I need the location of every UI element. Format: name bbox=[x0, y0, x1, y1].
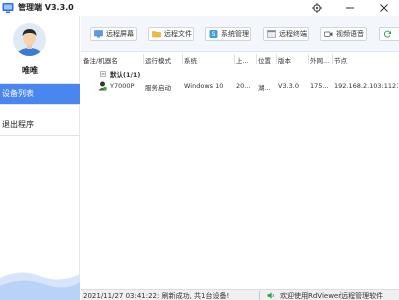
folder-icon bbox=[152, 31, 161, 38]
device-node: 192.168.2.103:11211 bbox=[334, 82, 398, 90]
device-name: Y7000P bbox=[110, 82, 135, 90]
column-separator[interactable] bbox=[143, 54, 144, 64]
gear-icon[interactable] bbox=[311, 2, 323, 14]
column-separator[interactable] bbox=[276, 54, 277, 64]
remote-screen-button[interactable]: 远程屏幕 bbox=[90, 27, 137, 41]
status-message: 2021/11/27 03:41:22: 刷新成功, 共1台设备! bbox=[83, 292, 230, 300]
device-version: V3.3.0 bbox=[278, 82, 299, 90]
group-label[interactable]: 默认(1/1) bbox=[110, 69, 140, 79]
sidebar-divider bbox=[0, 104, 80, 105]
device-os: Windows 10 bbox=[184, 82, 224, 90]
video-icon bbox=[324, 31, 333, 37]
sidebar: 唯唯 设备列表 退出程序 bbox=[0, 16, 80, 300]
sidebar-item-device-list[interactable]: 设备列表 bbox=[0, 84, 80, 104]
remote-file-label: 远程文件 bbox=[164, 30, 192, 38]
table-row[interactable]: Y7000P 服务启动 Windows 10 20... 湖... V3.3.0… bbox=[81, 80, 399, 92]
column-header-name[interactable]: 备注/机器名 bbox=[83, 55, 133, 65]
remote-screen-label: 远程屏幕 bbox=[106, 30, 134, 38]
remote-file-button[interactable]: 远程文件 bbox=[148, 27, 194, 41]
column-separator[interactable] bbox=[308, 54, 309, 64]
refresh-icon bbox=[383, 30, 392, 38]
column-header-location[interactable]: 位置 bbox=[258, 55, 276, 65]
video-voice-label: 视频语音 bbox=[336, 30, 364, 38]
column-header-up[interactable]: 上... bbox=[236, 55, 256, 65]
column-separator[interactable] bbox=[332, 54, 333, 64]
device-mode: 服务启动 bbox=[145, 84, 171, 92]
app-logo-icon bbox=[2, 3, 14, 13]
device-online-icon bbox=[98, 81, 107, 91]
system-manage-button[interactable]: S 系统管理 bbox=[205, 27, 251, 41]
username: 唯唯 bbox=[22, 66, 38, 75]
svg-text:S: S bbox=[212, 31, 216, 38]
app-title: 管理端 V3.3.0 bbox=[18, 3, 74, 12]
system-manage-label: 系统管理 bbox=[221, 30, 249, 38]
remote-terminal-label: 远程终端 bbox=[279, 30, 307, 38]
title-bar: 管理端 V3.3.0 bbox=[0, 0, 399, 16]
remote-terminal-button[interactable]: 远程终端 bbox=[263, 27, 309, 41]
minimize-icon[interactable] bbox=[344, 2, 356, 14]
refresh-button[interactable] bbox=[379, 27, 399, 41]
sidebar-divider bbox=[0, 135, 80, 136]
status-bar: 2021/11/27 03:41:22: 刷新成功, 共1台设备! 欢迎使用Rd… bbox=[81, 289, 399, 300]
terminal-icon bbox=[267, 30, 276, 38]
column-separator[interactable] bbox=[234, 54, 235, 64]
sidebar-item-exit[interactable]: 退出程序 bbox=[0, 115, 80, 135]
column-header-node[interactable]: 节点 bbox=[334, 55, 394, 65]
monitor-icon bbox=[94, 30, 103, 38]
device-location: 湖... bbox=[258, 84, 271, 92]
sidebar-wave-decoration bbox=[0, 272, 80, 300]
device-table: 备注/机器名 运行模式 系统 上... 位置 版本 外网... 节点 默认(1/… bbox=[81, 52, 399, 289]
column-separator[interactable] bbox=[182, 54, 183, 64]
collapse-icon[interactable] bbox=[100, 71, 106, 77]
video-voice-button[interactable]: 视频语音 bbox=[320, 27, 367, 41]
welcome-text: 欢迎使用RdViewer远程管理软件 bbox=[280, 292, 384, 300]
device-wan: 175... bbox=[310, 82, 329, 90]
device-up: 20... bbox=[236, 82, 251, 90]
status-divider bbox=[259, 291, 260, 300]
column-separator[interactable] bbox=[256, 54, 257, 64]
column-header-wan[interactable]: 外网... bbox=[310, 55, 332, 65]
column-header-os[interactable]: 系统 bbox=[184, 55, 234, 65]
system-icon: S bbox=[209, 30, 218, 38]
speaker-icon bbox=[267, 292, 274, 299]
toolbar: 远程屏幕 远程文件 S 系统管理 远程终端 视频语音 bbox=[81, 16, 399, 52]
close-icon[interactable] bbox=[378, 2, 390, 14]
column-header-mode[interactable]: 运行模式 bbox=[145, 55, 183, 65]
avatar bbox=[13, 23, 46, 56]
column-header-version[interactable]: 版本 bbox=[278, 55, 308, 65]
